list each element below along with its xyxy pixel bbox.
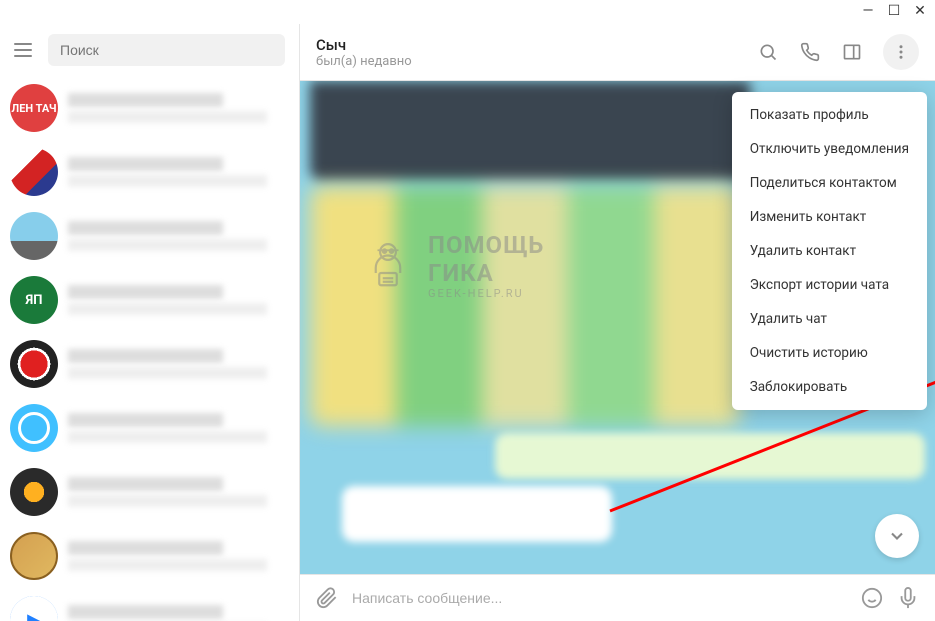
menu-item-delete-chat[interactable]: Удалить чат <box>732 302 927 336</box>
message-image[interactable] <box>310 81 750 181</box>
watermark-subtitle: GEEK-HELP.RU <box>428 287 544 300</box>
chat-item-name <box>68 541 223 555</box>
menu-item-mute-notifications[interactable]: Отключить уведомления <box>732 132 927 166</box>
chat-list-item[interactable] <box>0 588 299 621</box>
avatar <box>10 404 58 452</box>
avatar: ЛЕН ТАЧ <box>10 84 58 132</box>
avatar <box>10 340 58 388</box>
avatar <box>10 148 58 196</box>
incoming-message-bubble[interactable] <box>342 486 612 542</box>
chat-item-name <box>68 477 223 491</box>
chat-item-preview <box>68 303 267 315</box>
minimize-button[interactable]: — <box>861 4 875 18</box>
emoji-icon[interactable] <box>861 587 883 609</box>
avatar <box>10 532 58 580</box>
menu-item-show-profile[interactable]: Показать профиль <box>732 98 927 132</box>
menu-item-edit-contact[interactable]: Изменить контакт <box>732 200 927 234</box>
chat-item-preview <box>68 111 267 123</box>
chat-list-item[interactable] <box>0 204 299 268</box>
chat-list-item[interactable] <box>0 460 299 524</box>
chat-list-item[interactable]: ЯП <box>0 268 299 332</box>
chat-item-preview <box>68 239 267 251</box>
app-container: ЛЕН ТАЧ ЯП <box>0 0 935 621</box>
chat-list-item[interactable] <box>0 332 299 396</box>
avatar <box>10 212 58 260</box>
chat-header: Сыч был(а) недавно <box>300 24 935 81</box>
chat-item-info <box>68 157 289 187</box>
chat-item-info <box>68 413 289 443</box>
chat-item-name <box>68 157 223 171</box>
watermark-title-1: ПОМОЩЬ <box>428 231 544 259</box>
chat-item-info <box>68 477 289 507</box>
menu-item-block[interactable]: Заблокировать <box>732 370 927 404</box>
chat-list-item[interactable] <box>0 524 299 588</box>
chat-item-name <box>68 285 223 299</box>
chat-item-preview <box>68 559 267 571</box>
sidebar: ЛЕН ТАЧ ЯП <box>0 24 300 621</box>
chat-item-preview <box>68 431 267 443</box>
chat-header-actions <box>757 34 919 70</box>
outgoing-message-bubble[interactable] <box>495 433 925 479</box>
chat-item-preview <box>68 495 267 507</box>
chat-header-info[interactable]: Сыч был(а) недавно <box>316 36 412 69</box>
main-chat-area: Сыч был(а) недавно <box>300 24 935 621</box>
chat-list-item[interactable] <box>0 396 299 460</box>
chat-item-preview <box>68 367 267 379</box>
more-options-button[interactable] <box>883 34 919 70</box>
chat-list[interactable]: ЛЕН ТАЧ ЯП <box>0 76 299 621</box>
chat-title: Сыч <box>316 36 412 54</box>
chat-list-item[interactable]: ЛЕН ТАЧ <box>0 76 299 140</box>
maximize-button[interactable]: ☐ <box>887 4 901 18</box>
chat-item-name <box>68 221 223 235</box>
avatar: ЯП <box>10 276 58 324</box>
avatar <box>10 468 58 516</box>
avatar <box>10 596 58 621</box>
menu-item-share-contact[interactable]: Поделиться контактом <box>732 166 927 200</box>
chat-item-info <box>68 605 289 621</box>
menu-item-delete-contact[interactable]: Удалить контакт <box>732 234 927 268</box>
message-input[interactable] <box>352 590 847 606</box>
chat-item-info <box>68 93 289 123</box>
chat-item-name <box>68 413 223 427</box>
menu-item-clear-history[interactable]: Очистить историю <box>732 336 927 370</box>
context-menu: Показать профиль Отключить уведомления П… <box>732 92 927 410</box>
sidebar-header <box>0 24 299 76</box>
window-controls: — ☐ ✕ <box>861 4 927 18</box>
watermark-icon <box>360 238 416 294</box>
chat-item-info <box>68 349 289 379</box>
chat-list-item[interactable] <box>0 140 299 204</box>
message-image[interactable] <box>310 186 740 426</box>
message-input-bar <box>300 574 935 621</box>
chat-item-preview <box>68 175 267 187</box>
watermark-title-2: ГИКА <box>428 259 544 287</box>
chat-item-info <box>68 285 289 315</box>
attach-icon[interactable] <box>316 587 338 609</box>
microphone-icon[interactable] <box>897 587 919 609</box>
menu-item-export-history[interactable]: Экспорт истории чата <box>732 268 927 302</box>
chat-item-name <box>68 93 223 107</box>
scroll-down-button[interactable] <box>875 514 919 558</box>
chat-item-name <box>68 605 223 619</box>
watermark-text: ПОМОЩЬ ГИКА GEEK-HELP.RU <box>428 231 544 300</box>
sidebar-panel-icon[interactable] <box>841 41 863 63</box>
close-button[interactable]: ✕ <box>913 4 927 18</box>
phone-icon[interactable] <box>799 41 821 63</box>
hamburger-menu-button[interactable] <box>14 43 32 57</box>
chat-item-info <box>68 541 289 571</box>
search-icon[interactable] <box>757 41 779 63</box>
chat-item-info <box>68 221 289 251</box>
chat-item-name <box>68 349 223 363</box>
search-input[interactable] <box>48 34 285 66</box>
watermark: ПОМОЩЬ ГИКА GEEK-HELP.RU <box>360 231 544 300</box>
chat-status: был(а) недавно <box>316 54 412 69</box>
